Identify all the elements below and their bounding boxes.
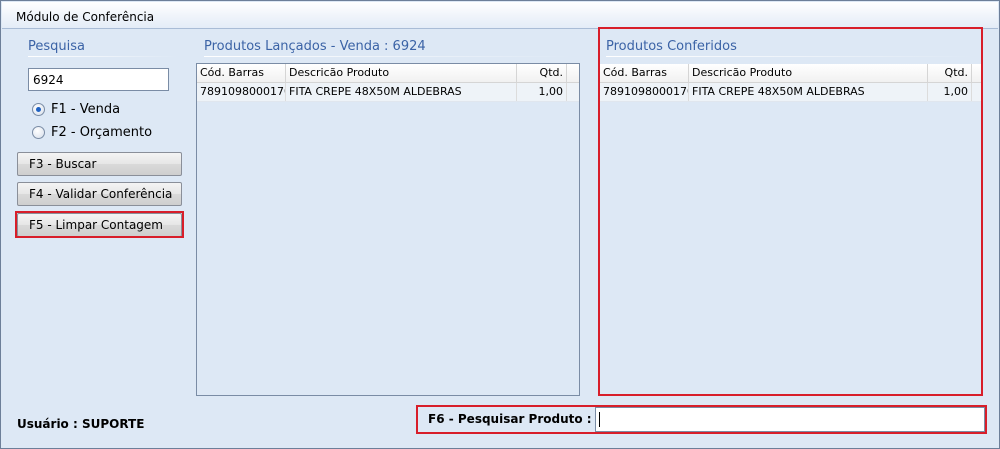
window-title: Módulo de Conferência	[16, 10, 155, 24]
table-row[interactable]: 7891098000170 FITA CREPE 48X50M ALDEBRAS…	[197, 83, 579, 102]
radio-orcamento-label: F2 - Orçamento	[51, 125, 153, 140]
launched-row-barcode: 7891098000170	[197, 83, 286, 101]
launched-grid-header: Cód. Barras Descricão Produto Qtd.	[197, 64, 579, 83]
search-section-title: Pesquisa	[28, 39, 85, 54]
title-bar: Módulo de Conferência	[2, 2, 998, 29]
radio-venda[interactable]: F1 - Venda	[32, 102, 120, 117]
main-window: Módulo de Conferência Pesquisa F1 - Vend…	[0, 0, 1000, 449]
user-label: Usuário : SUPORTE	[17, 417, 145, 431]
launched-section-title: Produtos Lançados - Venda : 6924	[204, 39, 426, 54]
radio-orcamento-indicator[interactable]	[32, 126, 45, 139]
search-section-divider	[28, 56, 178, 57]
launched-col-description[interactable]: Descricão Produto	[286, 64, 517, 82]
launched-row-description: FITA CREPE 48X50M ALDEBRAS	[286, 83, 517, 101]
launched-col-qty[interactable]: Qtd.	[517, 64, 567, 82]
highlight-product-search	[416, 405, 987, 434]
launched-products-grid[interactable]: Cód. Barras Descricão Produto Qtd. 78910…	[196, 63, 580, 396]
validar-conferencia-button[interactable]: F4 - Validar Conferência	[17, 182, 182, 206]
radio-venda-indicator[interactable]	[32, 103, 45, 116]
radio-orcamento[interactable]: F2 - Orçamento	[32, 125, 152, 140]
highlight-limpar-contagem	[15, 211, 184, 238]
launched-row-qty: 1,00	[517, 83, 567, 101]
launched-section-divider	[204, 56, 574, 57]
launched-col-barcode[interactable]: Cód. Barras	[197, 64, 286, 82]
radio-venda-label: F1 - Venda	[51, 102, 121, 117]
highlight-checked-products	[598, 27, 983, 396]
buscar-button[interactable]: F3 - Buscar	[17, 152, 182, 176]
search-input[interactable]	[28, 68, 169, 91]
